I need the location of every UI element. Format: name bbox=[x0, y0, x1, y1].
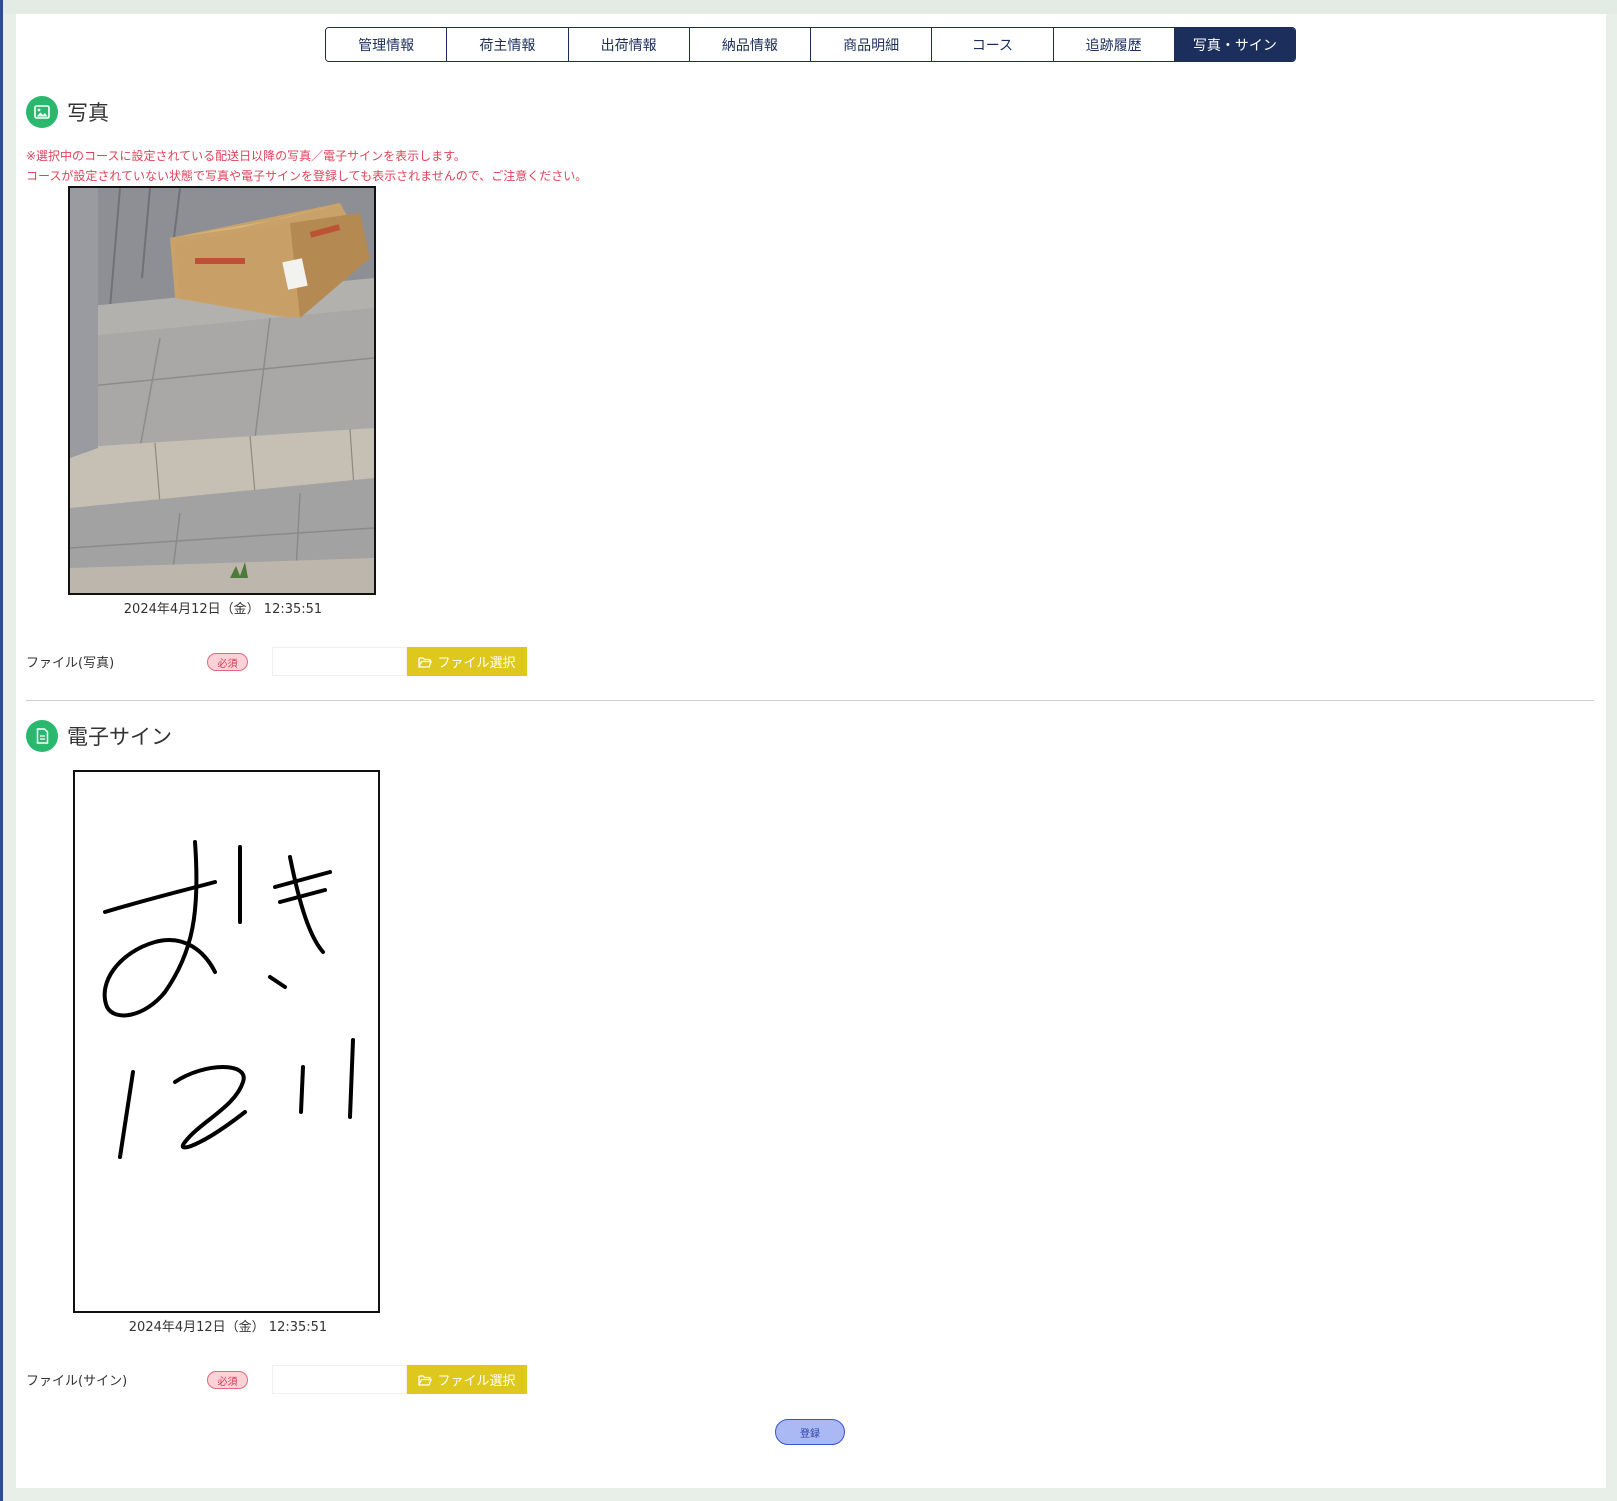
sign-timestamp: 2024年4月12日（金） 12:35:51 bbox=[128, 1320, 328, 1335]
photo-file-select-button[interactable]: ファイル選択 bbox=[407, 647, 527, 676]
photo-section-title: 写真 bbox=[67, 101, 109, 125]
photo-file-input[interactable] bbox=[272, 647, 407, 676]
sign-file-select-label: ファイル選択 bbox=[437, 1374, 516, 1389]
sign-section-header: 電子サイン bbox=[26, 720, 172, 752]
required-badge: 必須 bbox=[207, 1371, 248, 1389]
tab-shipping-info[interactable]: 出荷情報 bbox=[568, 28, 690, 61]
section-divider bbox=[26, 700, 1594, 701]
document-icon bbox=[26, 720, 58, 752]
photo-notice-line-2: コースが設定されていない状態で写真や電子サインを登録しても表示されませんので、ご… bbox=[26, 169, 588, 183]
top-strip bbox=[3, 0, 1617, 14]
tab-shipper-info[interactable]: 荷主情報 bbox=[447, 28, 569, 61]
photo-section-header: 写真 bbox=[26, 96, 109, 128]
tab-tracking-history[interactable]: 追跡履歴 bbox=[1053, 28, 1175, 61]
main-panel: 管理情報 荷主情報 出荷情報 納品情報 商品明細 コース 追跡履歴 写真・サイン… bbox=[16, 14, 1606, 1488]
tab-photo-sign[interactable]: 写真・サイン bbox=[1174, 28, 1295, 61]
photo-notice-line-1: ※選択中のコースに設定されている配送日以降の写真／電子サインを表示します。 bbox=[26, 149, 466, 163]
tab-delivery-info[interactable]: 納品情報 bbox=[689, 28, 811, 61]
image-icon bbox=[26, 96, 58, 128]
delivery-photo[interactable] bbox=[68, 186, 376, 595]
register-button[interactable]: 登録 bbox=[775, 1419, 845, 1445]
tab-management-info[interactable]: 管理情報 bbox=[326, 28, 448, 61]
folder-open-icon bbox=[418, 1374, 433, 1386]
sign-file-input[interactable] bbox=[272, 1365, 407, 1394]
sign-section-title: 電子サイン bbox=[67, 725, 172, 749]
photo-timestamp: 2024年4月12日（金） 12:35:51 bbox=[123, 602, 323, 617]
left-rail bbox=[0, 0, 3, 1501]
sign-file-select-button[interactable]: ファイル選択 bbox=[407, 1365, 527, 1394]
sign-file-row: ファイル(サイン) 必須 ファイル選択 bbox=[26, 1364, 527, 1394]
photo-file-select-label: ファイル選択 bbox=[437, 656, 516, 671]
photo-file-row: ファイル(写真) 必須 ファイル選択 bbox=[26, 646, 527, 676]
signature-image[interactable] bbox=[73, 770, 380, 1313]
tab-course[interactable]: コース bbox=[932, 28, 1054, 61]
folder-open-icon bbox=[418, 656, 433, 668]
tab-product-details[interactable]: 商品明細 bbox=[811, 28, 933, 61]
tab-bar: 管理情報 荷主情報 出荷情報 納品情報 商品明細 コース 追跡履歴 写真・サイン bbox=[325, 27, 1296, 62]
photo-file-label: ファイル(写真) bbox=[26, 656, 115, 671]
photo-notice: ※選択中のコースに設定されている配送日以降の写真／電子サインを表示します。 コー… bbox=[26, 146, 587, 186]
sign-file-label: ファイル(サイン) bbox=[26, 1374, 128, 1389]
required-badge: 必須 bbox=[207, 653, 248, 671]
